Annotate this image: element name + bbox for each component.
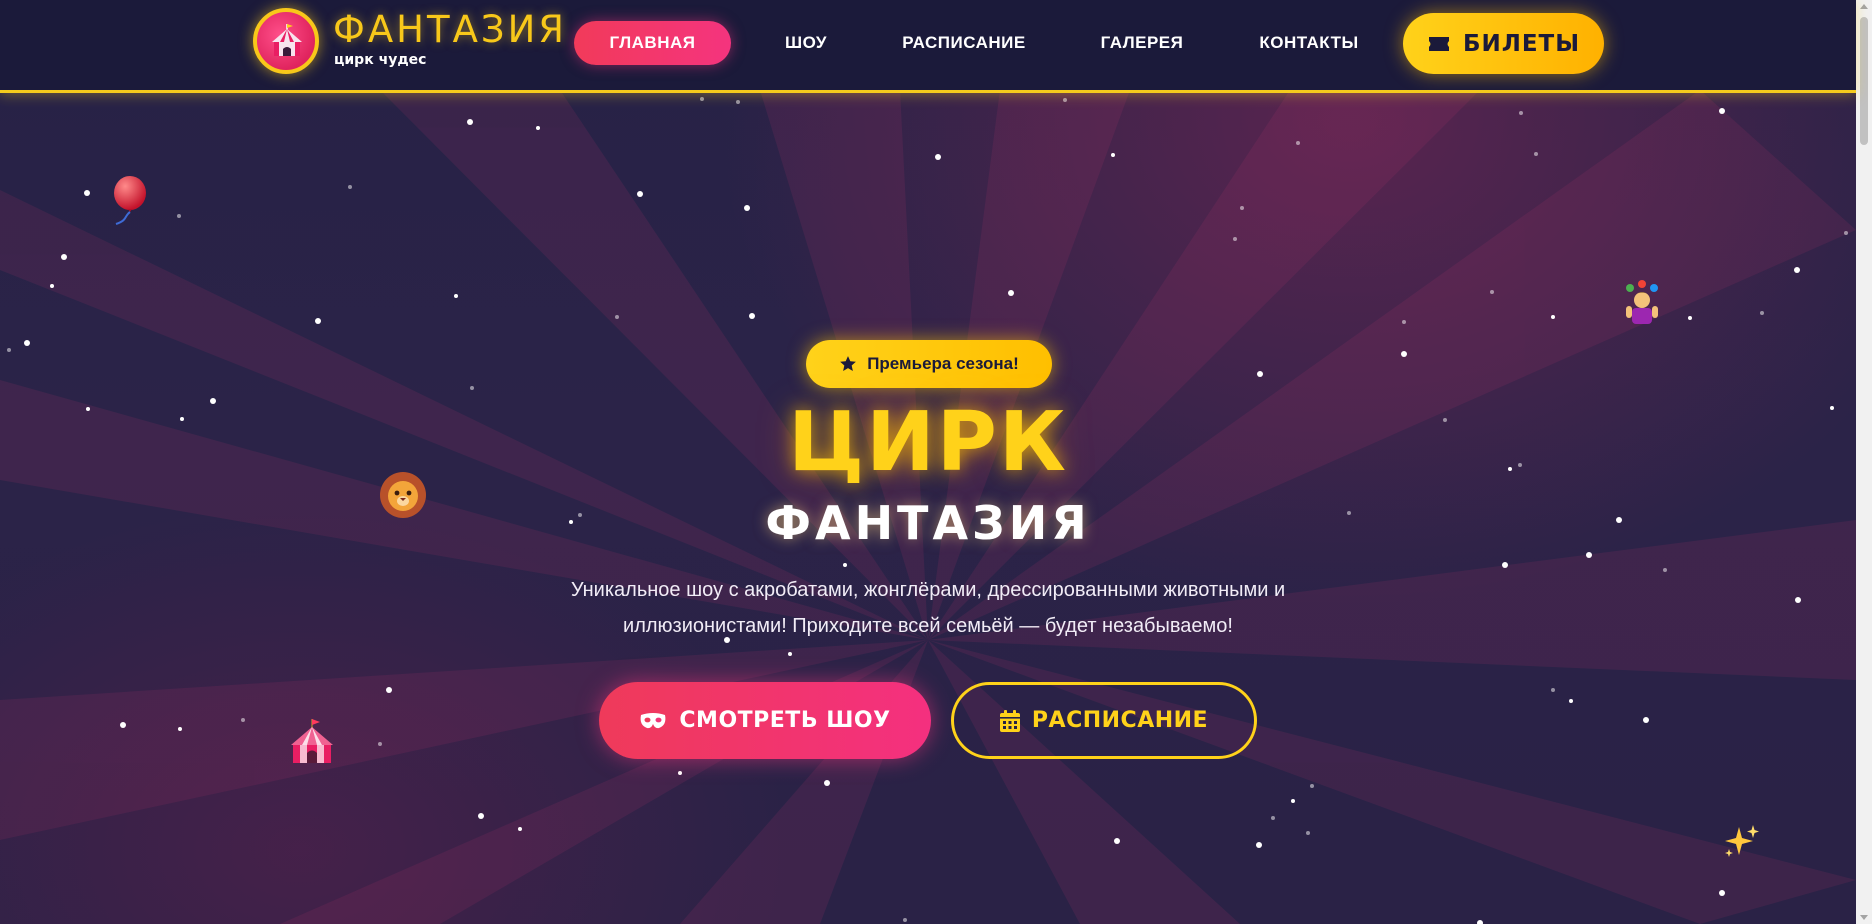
hero-title: ЦИРК bbox=[788, 395, 1068, 490]
circus-tent-logo-icon bbox=[272, 24, 302, 56]
nav-item-schedule[interactable]: РАСПИСАНИЕ bbox=[893, 21, 1035, 65]
star-icon bbox=[840, 356, 857, 371]
mask-icon bbox=[641, 712, 666, 728]
hero-description-line-1: Уникальное шоу с акробатами, жонглёрами,… bbox=[570, 579, 1286, 601]
brand-tagline: цирк чудес bbox=[334, 52, 427, 68]
hero-description: Уникальное шоу с акробатами, жонглёрами,… bbox=[508, 572, 1348, 644]
schedule-label: РАСПИСАНИЕ bbox=[1031, 708, 1209, 733]
tickets-label: БИЛЕТЫ bbox=[1462, 30, 1581, 57]
scroll-up-arrow-icon[interactable] bbox=[1860, 4, 1868, 9]
scroll-down-arrow-icon[interactable] bbox=[1860, 915, 1868, 920]
hero-description-line-2: иллюзионистами! Приходите всей семьёй — … bbox=[623, 615, 1233, 637]
calendar-icon bbox=[999, 709, 1020, 732]
watch-show-button[interactable]: СМОТРЕТЬ ШОУ bbox=[599, 682, 931, 759]
juggler-icon bbox=[1626, 280, 1658, 324]
schedule-button[interactable]: РАСПИСАНИЕ bbox=[951, 682, 1257, 759]
site-header: ФАНТАЗИЯ цирк чудес ГЛАВНАЯ ШОУ РАСПИСАН… bbox=[0, 0, 1856, 93]
hero-section: Премьера сезона! ЦИРК ФАНТАЗИЯ Уникально… bbox=[0, 0, 1856, 924]
logo[interactable] bbox=[253, 8, 319, 74]
premiere-badge: Премьера сезона! bbox=[806, 340, 1052, 388]
nav-item-home[interactable]: ГЛАВНАЯ bbox=[574, 21, 731, 65]
page: Премьера сезона! ЦИРК ФАНТАЗИЯ Уникально… bbox=[0, 0, 1872, 924]
page-scrollbar[interactable] bbox=[1856, 0, 1872, 924]
scrollbar-thumb[interactable] bbox=[1860, 17, 1868, 145]
circus-tent-icon bbox=[291, 719, 333, 763]
hero-subtitle: ФАНТАЗИЯ bbox=[765, 496, 1091, 550]
badge-label: Премьера сезона! bbox=[867, 354, 1019, 373]
nav-item-gallery[interactable]: ГАЛЕРЕЯ bbox=[1090, 21, 1194, 65]
sparkles-icon bbox=[1725, 825, 1759, 857]
brand-name[interactable]: ФАНТАЗИЯ bbox=[333, 8, 567, 51]
nav-item-contacts[interactable]: КОНТАКТЫ bbox=[1252, 21, 1366, 65]
ticket-icon bbox=[1428, 36, 1449, 51]
nav-item-show[interactable]: ШОУ bbox=[768, 21, 844, 65]
watch-show-label: СМОТРЕТЬ ШОУ bbox=[679, 708, 891, 733]
tickets-button[interactable]: БИЛЕТЫ bbox=[1403, 13, 1604, 74]
balloon-icon bbox=[114, 176, 146, 225]
